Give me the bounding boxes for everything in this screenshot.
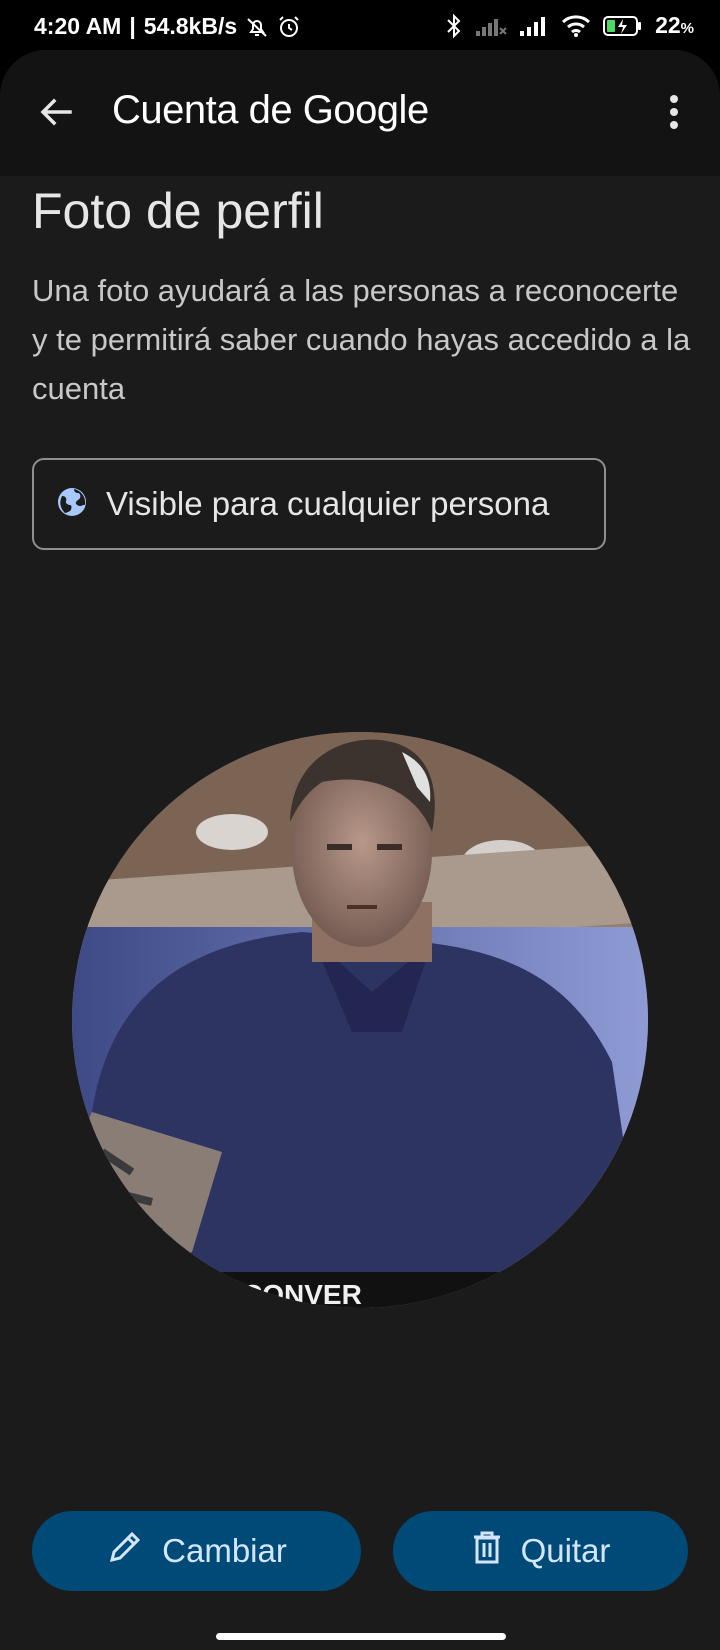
- trash-icon: [471, 1529, 503, 1573]
- remove-photo-label: Quitar: [520, 1532, 611, 1569]
- visibility-button[interactable]: Visible para cualquier persona: [32, 458, 606, 550]
- shirt-text: CONVER: [242, 1279, 362, 1308]
- globe-icon: [56, 486, 88, 523]
- bluetooth-icon: [445, 13, 463, 39]
- status-left: 4:20 AM | 54.8kB/s: [34, 13, 301, 40]
- battery-percent: 22%: [655, 12, 694, 38]
- status-separator: |: [129, 13, 136, 39]
- signal-no-service-icon: [475, 15, 507, 37]
- bottom-actions: Cambiar Quitar: [0, 1511, 720, 1591]
- network-speed: 54.8kB/s: [143, 13, 238, 39]
- profile-photo: CONVER: [72, 732, 648, 1308]
- page-title: Foto de perfil: [32, 183, 324, 239]
- change-photo-label: Cambiar: [162, 1532, 287, 1569]
- status-right: 22%: [445, 12, 694, 39]
- app-title: Cuenta de Google: [112, 88, 429, 132]
- signal-icon: [519, 15, 549, 37]
- status-bar: 4:20 AM | 54.8kB/s 22%: [0, 0, 720, 52]
- wifi-icon: [561, 14, 591, 38]
- more-options-button[interactable]: [650, 90, 698, 138]
- alarm-icon: [277, 15, 301, 39]
- change-photo-button[interactable]: Cambiar: [32, 1511, 361, 1591]
- visibility-label: Visible para cualquier persona: [106, 485, 550, 522]
- arrow-left-icon: [38, 94, 74, 135]
- pencil-icon: [106, 1528, 144, 1574]
- app-bar: Cuenta de Google: [0, 50, 720, 176]
- battery-charging-icon: [603, 14, 643, 38]
- more-vertical-icon: [668, 94, 680, 135]
- muted-bell-icon: [245, 15, 269, 39]
- remove-photo-button[interactable]: Quitar: [393, 1511, 688, 1591]
- back-button[interactable]: [28, 86, 84, 142]
- status-time: 4:20 AM: [34, 13, 122, 39]
- home-indicator[interactable]: [216, 1633, 506, 1640]
- page-description: Una foto ayudará a las personas a recono…: [32, 273, 691, 406]
- google-wordmark: Google: [302, 88, 429, 132]
- account-screen: Cuenta de Google Foto de perfil Una foto…: [0, 50, 720, 1650]
